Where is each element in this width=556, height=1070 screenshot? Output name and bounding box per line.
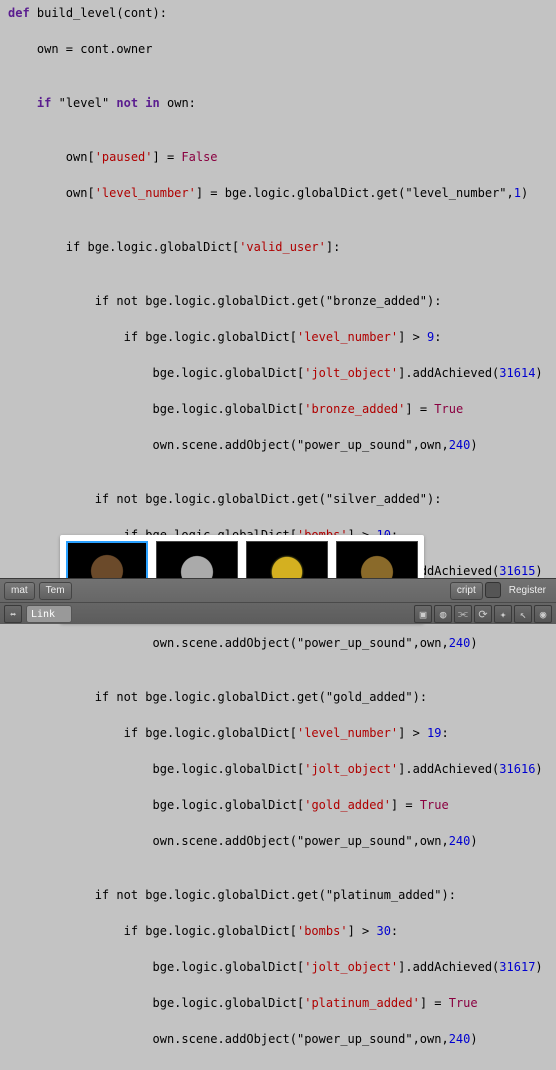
templates-menu-button[interactable]: Tem — [39, 582, 72, 600]
globe-icon[interactable]: ◍ — [434, 605, 452, 623]
link-icon[interactable]: ⬌ — [4, 605, 22, 623]
refresh-icon[interactable]: ⟳ — [474, 605, 492, 623]
wand-icon[interactable]: ✦ — [494, 605, 512, 623]
register-label: Register — [503, 582, 552, 600]
register-checkbox[interactable] — [485, 582, 501, 598]
cursor-icon[interactable]: ↖ — [514, 605, 532, 623]
camera-icon[interactable]: ◉ — [534, 605, 552, 623]
script-field[interactable]: cript — [450, 582, 483, 600]
format-menu-button[interactable]: mat — [4, 582, 35, 600]
link-chain-icon[interactable]: ⫘ — [454, 605, 472, 623]
editor-footer-toolbar: mat Tem cript Register ⬌ Link ▣ ◍ ⫘ ⟳ ✦ … — [0, 578, 556, 624]
link-field[interactable]: Link — [26, 605, 72, 623]
cube-icon[interactable]: ▣ — [414, 605, 432, 623]
